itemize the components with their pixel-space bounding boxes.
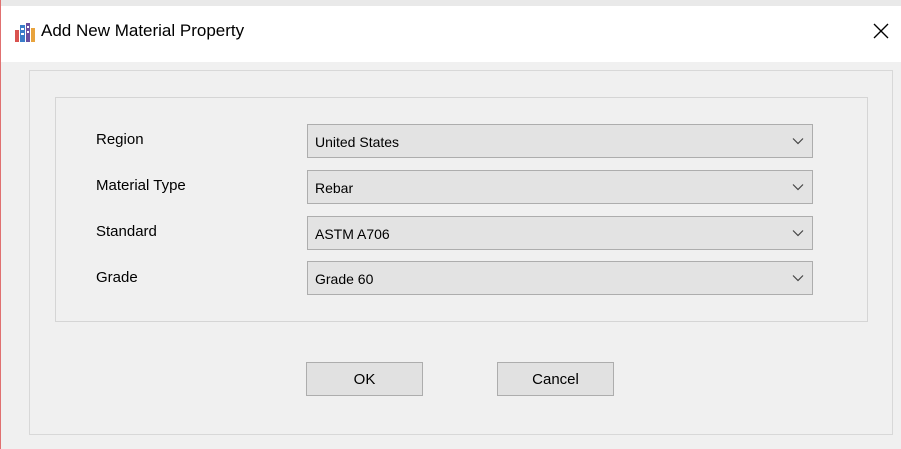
standard-label: Standard — [96, 223, 157, 240]
material-property-dialog: Add New Material Property Region United … — [0, 0, 901, 449]
standard-dropdown[interactable]: ASTM A706 — [307, 216, 813, 250]
chevron-down-icon — [792, 230, 804, 237]
grade-value: Grade 60 — [315, 271, 374, 287]
material-type-dropdown[interactable]: Rebar — [307, 170, 813, 204]
grade-label: Grade — [96, 269, 138, 286]
material-app-icon — [14, 22, 36, 42]
region-label: Region — [96, 131, 144, 148]
title-bar-top-strip — [1, 0, 901, 6]
close-icon — [873, 23, 889, 39]
material-type-label: Material Type — [96, 177, 186, 194]
standard-value: ASTM A706 — [315, 226, 390, 242]
close-button[interactable] — [861, 12, 901, 50]
chevron-down-icon — [792, 138, 804, 145]
material-type-value: Rebar — [315, 180, 354, 196]
chevron-down-icon — [792, 184, 804, 191]
ok-button[interactable]: OK — [306, 362, 423, 396]
chevron-down-icon — [792, 275, 804, 282]
dialog-title: Add New Material Property — [41, 21, 245, 40]
region-value: United States — [315, 134, 400, 150]
title-bar: Add New Material Property — [1, 0, 901, 62]
grade-dropdown[interactable]: Grade 60 — [307, 261, 813, 295]
region-dropdown[interactable]: United States — [307, 124, 813, 158]
cancel-button[interactable]: Cancel — [497, 362, 614, 396]
